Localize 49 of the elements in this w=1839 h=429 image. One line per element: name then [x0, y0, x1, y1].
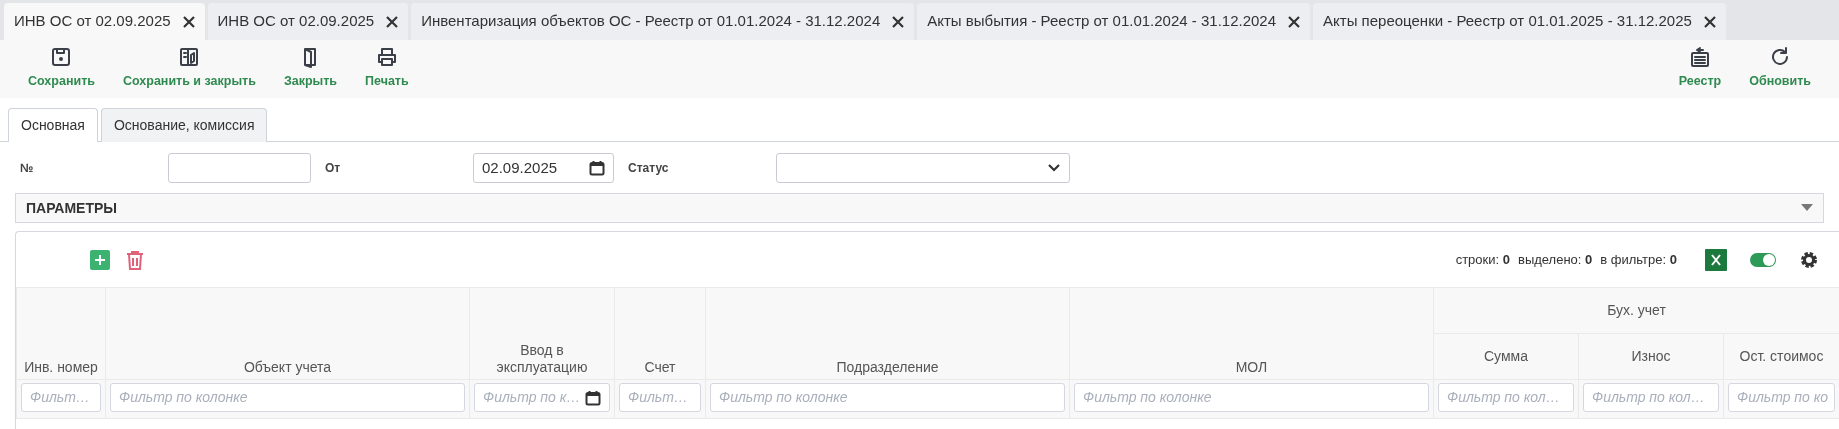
form-tab[interactable]: Основная	[8, 108, 98, 142]
calendar-icon	[585, 389, 601, 406]
column-group-header: Бух. учет	[1433, 287, 1839, 334]
document-tab[interactable]: ИНВ ОС от 02.09.2025	[207, 3, 409, 40]
printer-icon	[375, 46, 398, 68]
date-field[interactable]: 02.09.2025	[473, 153, 614, 183]
column-header[interactable]: МОЛ	[1069, 287, 1434, 380]
column-header[interactable]: Объект учета	[105, 287, 470, 380]
document-tab[interactable]: Акты выбытия - Реестр от 01.01.2024 - 31.12.2024	[917, 3, 1311, 40]
row-count: выделено: 0	[1517, 250, 1593, 269]
refresh-button[interactable]: Обновить	[1735, 40, 1825, 98]
column-header[interactable]: Инв. номер	[16, 287, 106, 380]
excel-icon[interactable]	[1705, 248, 1727, 271]
document-tab[interactable]: ИНВ ОС от 02.09.2025	[4, 3, 205, 40]
number-field[interactable]	[168, 153, 311, 183]
print-button[interactable]: Печать	[351, 40, 423, 98]
close-icon[interactable]	[1288, 15, 1301, 28]
close-icon[interactable]	[182, 15, 195, 28]
chevron-down-icon	[1047, 163, 1061, 173]
row-count: строки: 0	[1455, 250, 1510, 269]
close-icon[interactable]	[1703, 15, 1716, 28]
column-header[interactable]: Ост. стоимос	[1723, 333, 1839, 380]
close-button[interactable]: Закрыть	[269, 40, 352, 98]
settings-icon[interactable]	[1799, 249, 1819, 270]
toggle-switch[interactable]	[1749, 251, 1777, 268]
field-label: №	[20, 160, 35, 177]
panel-icon	[178, 46, 201, 68]
save-button[interactable]: Сохранить	[14, 40, 109, 98]
delete-icon[interactable]	[126, 249, 144, 270]
field-label: Статус	[628, 160, 670, 177]
registry-button[interactable]: Реестр	[1664, 40, 1736, 98]
column-header[interactable]: Ввод в эксплуатацию	[469, 287, 615, 380]
document-tab[interactable]: Акты переоценки - Реестр от 01.01.2025 - 31.12.2025	[1313, 3, 1726, 40]
field-label: От	[325, 160, 342, 177]
column-header[interactable]: Износ	[1578, 333, 1724, 380]
add-icon[interactable]	[90, 249, 110, 270]
list-icon	[1688, 46, 1711, 68]
column-header[interactable]: Подразделение	[705, 287, 1070, 380]
column-header[interactable]: Сумма	[1433, 333, 1579, 380]
column-header[interactable]: Счет	[614, 287, 706, 380]
close-icon[interactable]	[892, 15, 905, 28]
close-icon[interactable]	[386, 15, 399, 28]
document-tab[interactable]: Инвентаризация объектов ОС - Реестр от 01.01.2024 - 31.12.2024	[411, 3, 915, 40]
form-tab[interactable]: Основание, комиссия	[100, 108, 268, 142]
row-count: в фильтре: 0	[1600, 250, 1677, 269]
section-header[interactable]: ПАРАМЕТРЫ	[15, 193, 1824, 223]
save-icon	[50, 46, 73, 68]
calendar-icon	[589, 160, 605, 176]
section-title: ПАРАМЕТРЫ	[26, 198, 117, 218]
